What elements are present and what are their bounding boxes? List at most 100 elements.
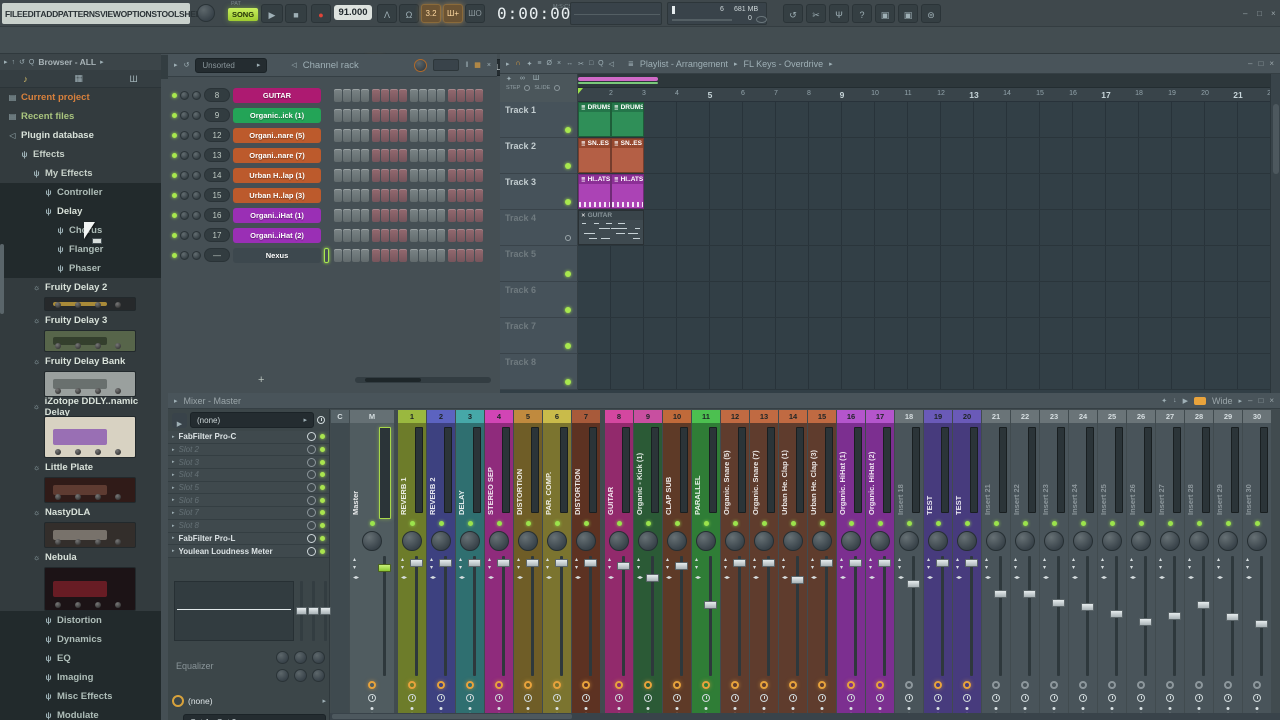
strip-fader-track[interactable] [531,556,534,676]
browser-item-fruity-delay-3[interactable]: ☼Fruity Delay 3 [0,311,161,330]
slot-mix-knob[interactable] [307,508,316,517]
slot-enable-led[interactable] [320,485,325,490]
strip-pan-knob[interactable] [812,531,832,551]
slot-enable-led[interactable] [320,472,325,477]
step-button[interactable] [457,209,465,222]
strip-fx-icon[interactable] [437,681,445,689]
step-button[interactable] [399,89,407,102]
strip-number[interactable]: 6 [543,410,571,423]
channel-pan-knob[interactable] [180,171,189,180]
menu-options[interactable]: OPTIONS [121,9,157,19]
strip-clock-icon[interactable] [644,694,652,702]
strip-fader-track[interactable] [738,556,741,676]
strip-fader-handle[interactable] [526,559,539,567]
menu-file[interactable]: FILE [5,9,22,19]
strip-record-dot[interactable] [792,707,795,710]
strip-clock-icon[interactable] [1079,694,1087,702]
feedback-button[interactable]: ⊜ [921,4,941,23]
strip-record-dot[interactable] [1256,707,1259,710]
strip-enable-led[interactable] [704,521,709,526]
strip-body[interactable]: TEST▴▾◂▸^^ [953,423,981,713]
strip-fader-handle[interactable] [646,574,659,582]
strip-fx-icon[interactable] [644,681,652,689]
mixer-strip-22[interactable]: 22Insert 22▴▾◂▸^^ [1011,410,1039,713]
strip-clock-icon[interactable] [760,694,768,702]
strip-pan-knob[interactable] [518,531,538,551]
track-header-2[interactable]: Track 2 [500,138,578,174]
step-button[interactable] [437,169,445,182]
step-button[interactable] [457,189,465,202]
track-lane-2[interactable]: ≣SN..ES≣SN..ES [578,138,1270,174]
track-enable-led[interactable] [565,307,571,313]
step-button[interactable] [457,169,465,182]
strip-clock-icon[interactable] [992,694,1000,702]
step-button[interactable] [466,249,474,262]
strip-pan-knob[interactable] [1247,531,1267,551]
channel-volume-knob[interactable] [192,251,201,260]
step-button[interactable] [419,89,427,102]
step-button[interactable] [457,229,465,242]
slot-mix-knob[interactable] [307,521,316,530]
strip-enable-led[interactable] [994,521,999,526]
channel-name-button[interactable]: Organi..iHat (2) [233,228,321,243]
strip-fader-handle[interactable] [1139,618,1152,626]
step-button[interactable] [475,89,483,102]
step-button[interactable] [361,229,369,242]
mixer-strip-25[interactable]: 25Insert 25▴▾◂▸^^ [1098,410,1126,713]
strip-record-dot[interactable] [676,707,679,710]
pattern-clip[interactable]: ≣DRUMS [578,102,611,137]
wait-input-button[interactable]: Ω [399,4,419,23]
strip-fader-track[interactable] [1086,556,1089,676]
strip-sep-arrows[interactable]: ▴▾◂▸ [898,556,904,582]
step-button[interactable] [448,169,456,182]
strip-enable-led[interactable] [1226,521,1231,526]
strip-enable-led[interactable] [439,521,444,526]
slide-toggle[interactable] [554,85,560,91]
step-button[interactable] [372,229,380,242]
step-button[interactable] [352,249,360,262]
strip-number[interactable]: 18 [895,410,923,423]
strip-fx-icon[interactable] [992,681,1000,689]
channel-enable-led[interactable] [172,153,177,158]
strip-fader-track[interactable] [622,556,625,676]
step-button[interactable] [361,189,369,202]
pl-chevron-icon[interactable]: ▸ [506,60,510,68]
mixer-slot-7[interactable]: ▸Slot 7 [168,507,329,520]
strip-body[interactable]: PARALLEL▴▾◂▸^^ [692,423,720,713]
strip-clock-icon[interactable] [466,694,474,702]
eq-slider-2[interactable] [312,581,315,641]
rack-graph-icon[interactable]: ‖ [465,62,468,69]
strip-enable-led[interactable] [584,521,589,526]
step-button[interactable] [448,249,456,262]
mixer-slot-2[interactable]: ▸Slot 2 [168,444,329,457]
strip-enable-led[interactable] [617,521,622,526]
channel-enable-led[interactable] [172,213,177,218]
pl-magnet-icon[interactable]: ∩ [516,60,521,67]
strip-fader-track[interactable] [589,556,592,676]
mixer-strip-9[interactable]: 9Organic - Kick (1)▴▾◂▸^^ [634,410,662,713]
step-button[interactable] [372,129,380,142]
strip-enable-led[interactable] [497,521,502,526]
step-button[interactable] [361,249,369,262]
channel-volume-knob[interactable] [192,91,201,100]
strip-pan-knob[interactable] [667,531,687,551]
strip-enable-led[interactable] [936,521,941,526]
eq-knob-4[interactable] [276,669,289,682]
menu-patterns[interactable]: PATTERNS [58,9,100,19]
strip-record-dot[interactable] [618,707,621,710]
strip-body[interactable]: Organic. Snare (5)▴▾◂▸^^ [721,423,749,713]
step-button[interactable] [343,189,351,202]
undo-button[interactable]: ↺ [783,4,803,23]
strip-fader-handle[interactable] [907,580,920,588]
mixer-strip-23[interactable]: 23Insert 23▴▾◂▸^^ [1040,410,1068,713]
strip-fader-track[interactable] [970,556,973,676]
browser-item-plugin-database[interactable]: ◁Plugin database [0,126,161,145]
strip-sep-arrows[interactable]: ▴▾◂▸ [488,556,494,582]
browser-item-fruity-delay-2[interactable]: ☼Fruity Delay 2 [0,278,161,297]
step-button[interactable] [372,149,380,162]
strip-sep-arrows[interactable]: ▴▾◂▸ [546,556,552,582]
stop-button[interactable]: ■ [285,4,307,23]
step-button[interactable] [428,209,436,222]
strip-fx-icon[interactable] [876,681,884,689]
step-button[interactable] [428,189,436,202]
